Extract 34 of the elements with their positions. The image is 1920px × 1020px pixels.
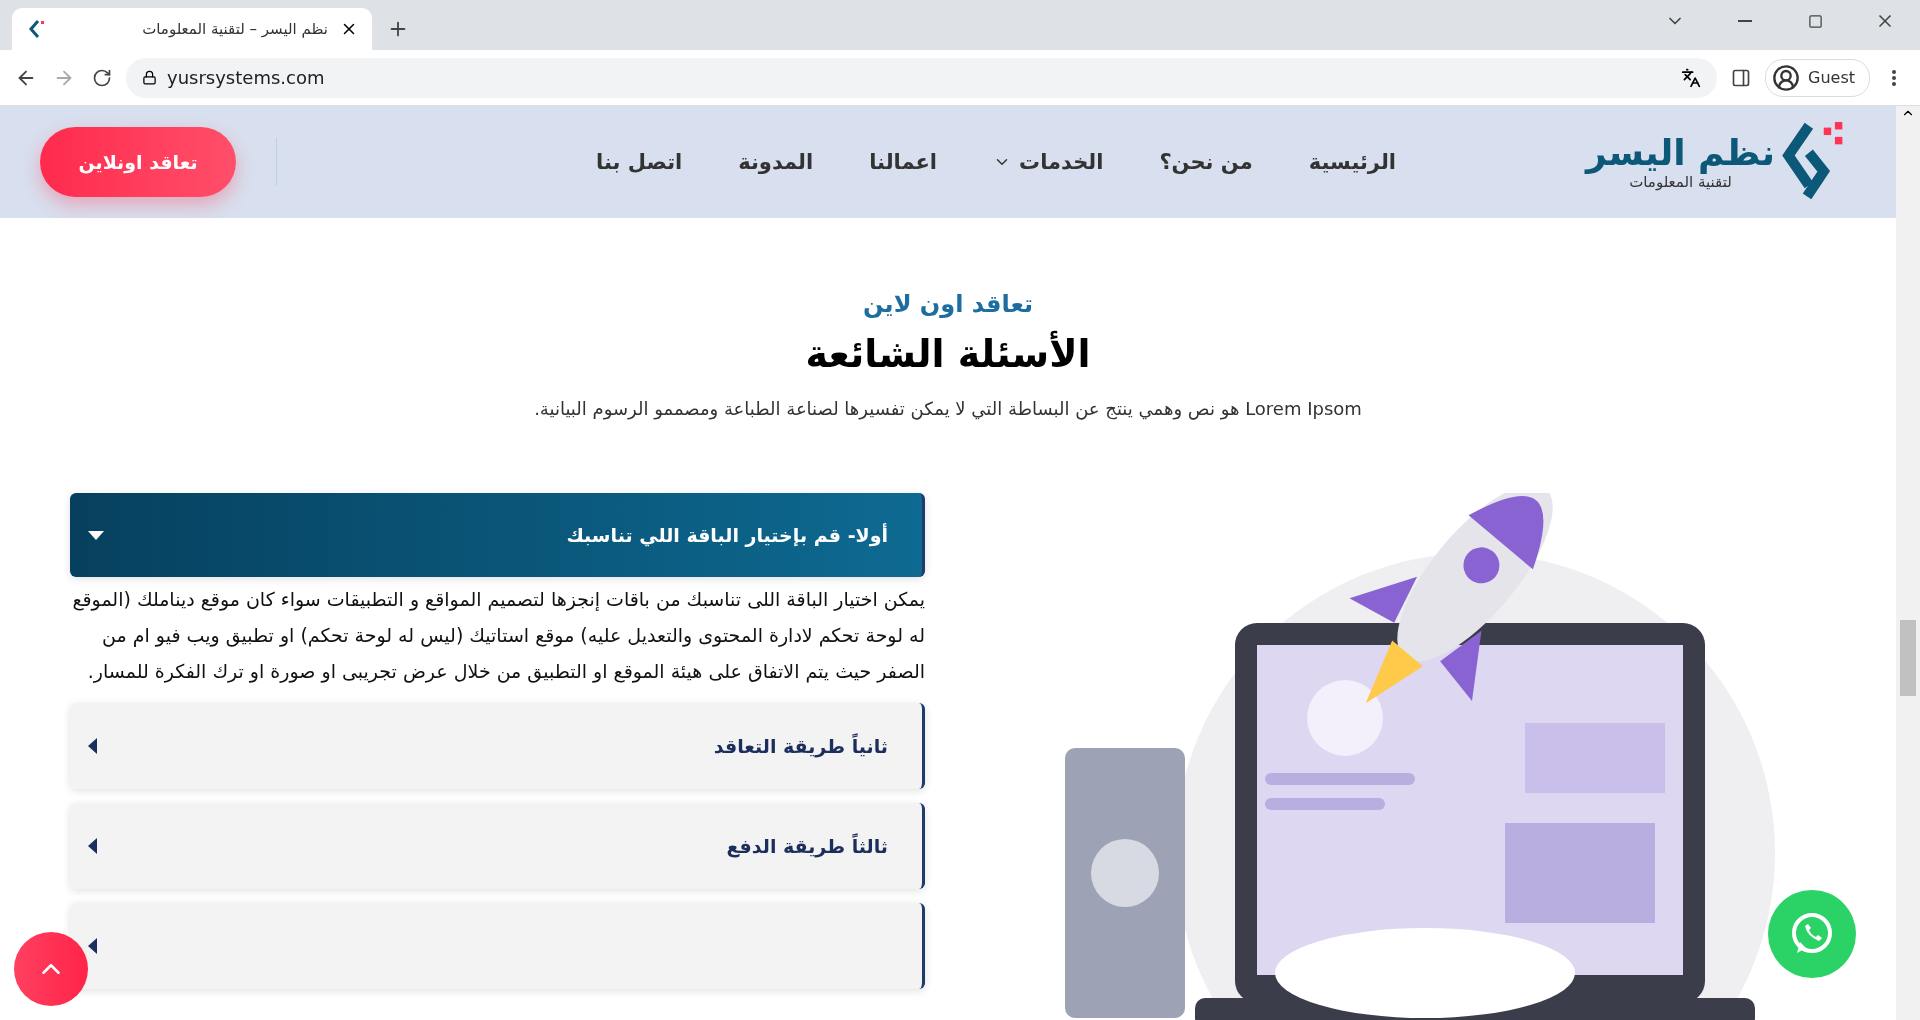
menu-dots-icon [1892, 69, 1896, 86]
scrollbar-thumb[interactable] [1900, 620, 1916, 696]
accordion-header[interactable]: ثانياً طريقة التعاقد [70, 703, 925, 789]
minimize-icon [1738, 20, 1752, 22]
nav-link[interactable]: من نحن؟ [1159, 150, 1253, 174]
lock-icon [142, 70, 157, 85]
tab-title: نظم اليسر – لتقنية المعلومات [141, 20, 328, 38]
section-description: Lorem Ipsom هو نص وهمي ينتج عن البساطة التي لا يمكن تفسيرها لصناعة الطباعة ومصممو الرسوم البيانية. [534, 398, 1362, 419]
caret-down-icon [88, 530, 104, 540]
accordion-header[interactable]: ثالثاً طريقة الدفع [70, 803, 925, 889]
caret-left-icon [88, 738, 97, 754]
nav-link[interactable]: اتصل بنا [596, 150, 683, 174]
scrollbar[interactable] [1896, 106, 1920, 1020]
site-logo-icon [26, 19, 46, 39]
nav-link[interactable]: الخدمات [993, 150, 1104, 174]
restore-icon [1807, 13, 1823, 29]
browser-tab[interactable]: نظم اليسر – لتقنية المعلومات [12, 8, 372, 50]
nav-link[interactable]: اعمالنا [869, 150, 938, 174]
url-text: yusrsystems.com [167, 67, 326, 88]
nav-link[interactable]: الرئيسية [1308, 150, 1396, 174]
side-panel-icon [1731, 67, 1751, 88]
user-avatar-icon [1772, 63, 1800, 92]
caret-left-icon [88, 838, 97, 854]
accordion-header[interactable]: أولا- قم بإختيار الباقة اللي تناسبك [70, 493, 925, 577]
contract-online-button[interactable]: تعاقد اونلاين [40, 127, 236, 197]
logo-title: نظم اليسر [1586, 133, 1775, 173]
profile-button[interactable]: Guest [1765, 58, 1870, 97]
nav-link[interactable]: المدونة [738, 150, 814, 174]
accordion-answer: يمكن اختيار الباقة اللى تناسبك من باقات إنجزها لتصميم المواقع و التطبيقات سواء كان موقع ديناملك (الموقع له لوحة تحكم لادارة المحتوى والتعديل عليه) موقع استاتيك (ليس له لوحة تحكم) او تطبيق ويب فيو ام من الصفر حيث يتم الاتفاق على هيئة الموقع او التطبيق من خلال عرض تجريبى او صورة او ترك الفكرة للمسار. [71, 587, 925, 685]
reload-icon [92, 67, 112, 88]
section-eyebrow: تعاقد اون لاين [863, 290, 1033, 318]
section-title: الأسئلة الشائعة [805, 332, 1091, 376]
translate-icon[interactable] [1681, 67, 1701, 88]
address-bar[interactable]: yusrsystems.com [126, 57, 1717, 98]
